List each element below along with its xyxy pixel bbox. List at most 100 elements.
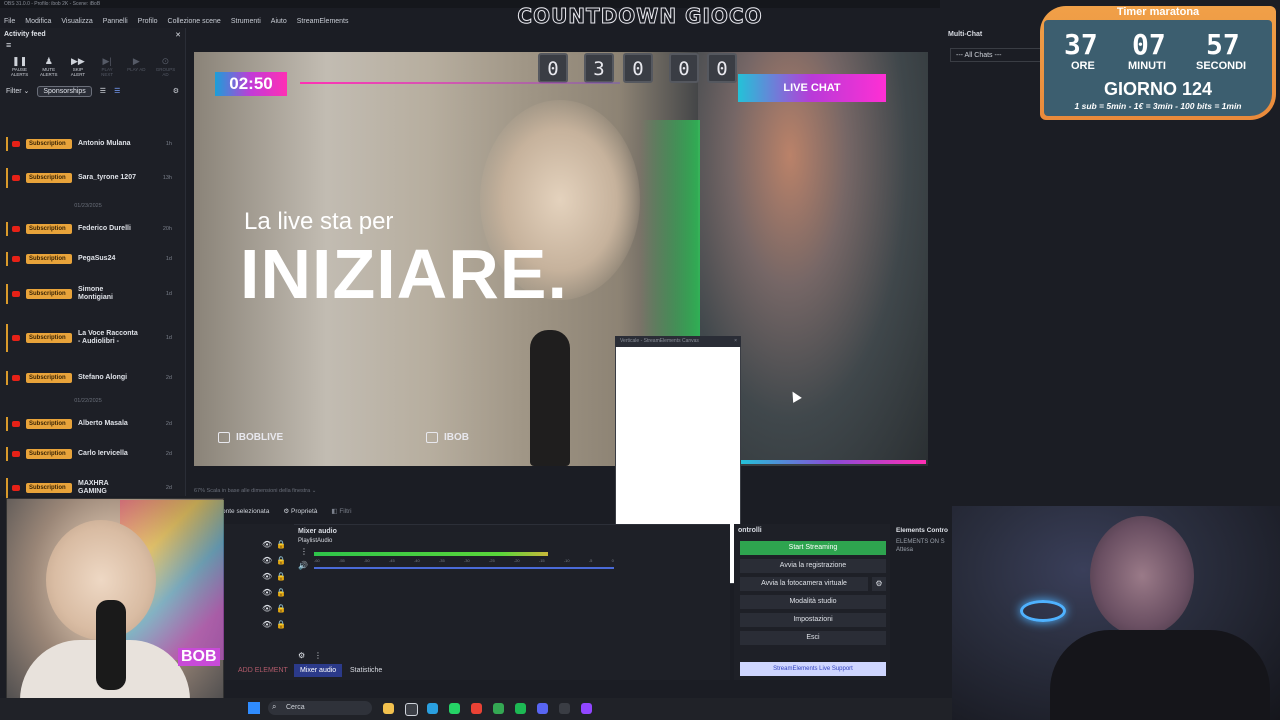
twitch-icon[interactable] [581, 703, 592, 714]
preview-subtitle: La live sta per [244, 208, 394, 235]
menu-streamelements[interactable]: StreamElements [297, 16, 349, 28]
lock-icon[interactable]: 🔒 [276, 588, 286, 597]
subscriber-name: MAXHRA GAMING [78, 480, 109, 495]
play-next-button[interactable]: ▶| PLAY NEXT [96, 56, 119, 77]
microphone-image [530, 330, 570, 466]
discord-icon[interactable] [537, 703, 548, 714]
feed-time: 2d [165, 485, 172, 491]
tab-statistiche[interactable]: Statistiche [344, 664, 388, 677]
skip-alert-button[interactable]: ▶▶ SKIP ALERT [66, 56, 89, 77]
chat-select[interactable]: --- All Chats --- [950, 48, 1042, 62]
menu-profilo[interactable]: Profilo [138, 16, 158, 28]
subscription-badge: Subscription [26, 333, 72, 343]
start-recording-button[interactable]: Avvia la registrazione [740, 559, 886, 573]
groups-ad-button[interactable]: ⊙ GROUPS AD [154, 56, 177, 77]
kebab-menu-icon[interactable]: ⋮ [314, 651, 322, 660]
feed-item[interactable]: Subscription MAXHRA GAMING 2d [6, 478, 176, 498]
feed-item[interactable]: Subscription PegaSus24 1d [6, 252, 176, 266]
youtube-icon [12, 141, 20, 147]
eye-icon[interactable]: 👁 [262, 620, 272, 629]
chrome-icon[interactable] [471, 703, 482, 714]
feed-item[interactable]: Subscription Federico Durelli 20h [6, 222, 176, 236]
studio-mode-button[interactable]: Modalità studio [740, 595, 886, 609]
menu-pannelli[interactable]: Pannelli [103, 16, 128, 28]
tab-mixer-audio[interactable]: Mixer audio [294, 664, 343, 677]
feed-item[interactable]: Subscription Sara_tyrone 1207 13h [6, 168, 176, 188]
lock-icon[interactable]: 🔒 [276, 604, 286, 613]
compact-view-icon[interactable]: ☰ [114, 87, 120, 95]
gear-icon[interactable]: ⚙ [298, 651, 305, 660]
pause-icon: ❚❚ [12, 56, 28, 66]
subscription-badge: Subscription [26, 449, 72, 459]
menu-strumenti[interactable]: Strumenti [231, 16, 261, 28]
feed-item[interactable]: Subscription Stefano Alongi 2d [6, 371, 176, 385]
obs-icon[interactable] [405, 703, 418, 716]
gear-icon[interactable]: ⚙ [173, 87, 179, 95]
live-support-button[interactable]: StreamElements Live Support [740, 662, 886, 676]
lock-icon[interactable]: 🔒 [276, 540, 286, 549]
subscriber-name: Simone Montigiani [78, 286, 113, 301]
countdown-digit: 0 [623, 53, 653, 83]
subscriber-name: Alberto Masala [78, 420, 128, 427]
close-icon[interactable]: ✕ [175, 31, 181, 39]
countdown-digit: 3 [584, 53, 614, 83]
feed-item[interactable]: Subscription Simone Montigiani 1d [6, 284, 176, 304]
menu-aiuto[interactable]: Aiuto [271, 16, 287, 28]
feed-time: 2d [165, 421, 172, 427]
mute-alerts-button[interactable]: ♟ MUTE ALERTS [37, 56, 60, 77]
marathon-label-seconds: SECONDI [1196, 60, 1247, 72]
filters-button[interactable]: ◧ Filtri [331, 507, 351, 515]
lock-icon[interactable]: 🔒 [276, 556, 286, 565]
eye-icon[interactable]: 👁 [262, 604, 272, 613]
controls-title: ontrolli [738, 527, 762, 534]
group-icon: ⊙ [161, 56, 170, 66]
close-icon[interactable]: × [734, 336, 737, 347]
subscriber-name: PegaSus24 [78, 255, 116, 262]
eye-icon[interactable]: 👁 [262, 540, 272, 549]
live-chat-banner: LIVE CHAT [738, 74, 886, 102]
volume-slider[interactable] [314, 567, 614, 569]
feed-time: 2d [165, 451, 172, 457]
properties-button[interactable]: ⚙ Proprietà [283, 507, 317, 515]
hamburger-icon[interactable]: ≡ [0, 40, 185, 50]
sponsorships-filter-button[interactable]: Sponsorships [37, 85, 92, 97]
menu-collezione-scene[interactable]: Collezione scene [168, 16, 221, 28]
lock-icon[interactable]: 🔒 [276, 572, 286, 581]
virtual-camera-button[interactable]: Avvia la fotocamera virtuale [740, 577, 868, 591]
filter-dropdown[interactable]: Filter ⌄ [6, 87, 29, 95]
start-streaming-button[interactable]: Start Streaming [740, 541, 886, 555]
whatsapp-icon[interactable] [449, 703, 460, 714]
feed-item[interactable]: Subscription Carlo Iervicella 2d [6, 447, 176, 461]
lock-icon[interactable]: 🔒 [276, 620, 286, 629]
timer-line [300, 82, 620, 84]
gear-icon[interactable]: ⚙ [872, 577, 886, 591]
telegram-icon[interactable] [427, 703, 438, 714]
eye-icon[interactable]: 👁 [262, 556, 272, 565]
windows-start-icon[interactable] [248, 702, 260, 714]
folder-icon[interactable] [383, 703, 394, 714]
speaker-icon[interactable]: 🔊 [298, 561, 308, 570]
play-ad-button[interactable]: ▶ PLAY AD [125, 56, 148, 77]
spotify-icon[interactable] [515, 703, 526, 714]
menu-modifica[interactable]: Modifica [25, 16, 51, 28]
youtube-icon [12, 375, 20, 381]
feed-item[interactable]: Subscription La Voce Racconta - Audiolibr… [6, 324, 176, 352]
eye-icon[interactable]: 👁 [262, 588, 272, 597]
browser-icon[interactable] [493, 703, 504, 714]
menu-file[interactable]: File [4, 16, 15, 28]
feed-item[interactable]: Subscription Antonio Mulana 1h [6, 137, 176, 151]
eye-icon[interactable]: 👁 [262, 572, 272, 581]
feed-time: 1h [165, 141, 172, 147]
pause-alerts-button[interactable]: ❚❚ PAUSE ALERTS [8, 56, 31, 77]
menu-visualizza[interactable]: Visualizza [61, 16, 92, 28]
settings-button[interactable]: Impostazioni [740, 613, 886, 627]
feed-item[interactable]: Subscription Alberto Masala 2d [6, 417, 176, 431]
exit-button[interactable]: Esci [740, 631, 886, 645]
subscription-badge: Subscription [26, 224, 72, 234]
elements-line: ELEMENTS ON S [896, 539, 945, 545]
app-icon[interactable] [559, 703, 570, 714]
taskbar-search[interactable]: Cerca [268, 701, 372, 715]
add-element-button[interactable]: ADD ELEMENT [232, 664, 294, 677]
kebab-menu-icon[interactable]: ⋮ [300, 547, 308, 556]
list-view-icon[interactable]: ☰ [100, 87, 106, 95]
